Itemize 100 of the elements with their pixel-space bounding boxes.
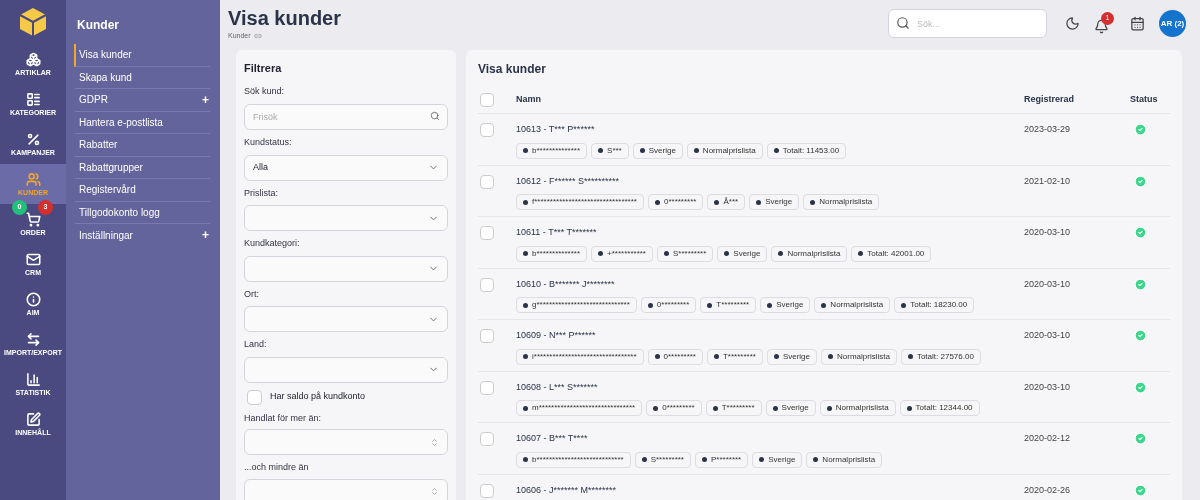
info-tag: Sverige [632, 142, 683, 159]
date-cell-text: 2023-03-29 [1024, 123, 1072, 136]
cart-icon [25, 212, 41, 227]
info-tag: Normalprislista [806, 451, 883, 468]
envelope-icon [25, 252, 41, 267]
customer-name[interactable]: 10607 - B*** T**** [516, 432, 1024, 446]
row-checkbox[interactable] [480, 380, 494, 395]
info-tag: b**************************** [516, 451, 631, 468]
link-icon [253, 32, 262, 41]
bar-chart-icon [25, 372, 41, 387]
calendar-icon[interactable] [1130, 16, 1145, 31]
date-cell-text: 2020-03-10 [1024, 329, 1072, 342]
info-tag: Sverige [717, 245, 768, 262]
field-label: Ort: [244, 287, 260, 301]
info-tag: +*********** [591, 245, 653, 262]
info-tag: Normalprislista [771, 245, 848, 262]
select-field[interactable]: Alla [244, 154, 448, 181]
info-tag: T********* [707, 348, 763, 365]
customer-name[interactable]: 10613 - T*** P****** [516, 123, 1024, 137]
date-cell-text: 2021-02-10 [1024, 174, 1072, 188]
customer-name[interactable]: 10612 - F****** S********** [516, 174, 1024, 188]
select-field[interactable] [244, 356, 448, 383]
expand-mark[interactable]: + [202, 93, 209, 106]
user-avatar[interactable]: AR (2) [1159, 10, 1186, 37]
info-tag: Sverige [765, 400, 816, 416]
customer-name[interactable]: 10609 - N*** P****** [516, 329, 1024, 343]
info-icon [25, 292, 41, 307]
info-tag: Normalprislista [803, 194, 880, 210]
expand-mark[interactable]: + [202, 229, 209, 242]
info-tag: 0********* [647, 194, 704, 210]
submenu-title: Kunder [77, 17, 120, 34]
search-field[interactable]: Frisök [244, 104, 448, 130]
field-label: Kundstatus: [244, 136, 293, 149]
customer-name[interactable]: 10606 - J******* M******** [516, 483, 1024, 497]
date-cell-text: 2020-03-10 [1024, 380, 1072, 394]
card-title: Visa kunder [478, 61, 547, 78]
date-cell-text: 2020-03-10 [1024, 277, 1072, 291]
field-label: ...och mindre än [244, 461, 310, 474]
percent-icon [25, 132, 41, 147]
date-cell-text: 2020-02-26 [1024, 483, 1072, 497]
info-tag: g****************************** [516, 297, 637, 313]
submenu-item[interactable]: GDPR + [74, 89, 210, 112]
row-checkbox[interactable] [480, 329, 494, 343]
spinner-icon [430, 487, 439, 496]
info-tag: S********* [656, 245, 714, 262]
submenu-item[interactable]: Tillgodokonto logg [74, 201, 210, 224]
info-tag: m******************************* [516, 400, 643, 416]
select-field[interactable] [244, 255, 448, 282]
info-tag: Sverige [760, 297, 811, 313]
card-title: Filtrera [244, 61, 283, 76]
info-tag: Å*** [707, 194, 746, 210]
info-tag: Totalt: 27576.00 [900, 348, 981, 365]
info-tag: S********* [634, 451, 691, 468]
row-checkbox[interactable] [480, 483, 494, 498]
date-cell-text: 2020-02-12 [1024, 432, 1072, 445]
select-all-checkbox[interactable] [480, 92, 494, 107]
info-tag: Sverige [766, 348, 817, 365]
column-header: Namn [516, 92, 542, 106]
info-tag: 0********* [647, 348, 703, 365]
customer-name[interactable]: 10611 - T*** T******* [516, 226, 1024, 240]
submenu-item[interactable]: Rabattgrupper [74, 156, 210, 179]
customer-name[interactable]: 10610 - B******* J******** [516, 277, 1024, 291]
page-title: Visa kunder [228, 6, 342, 31]
info-tag: Sverige [749, 194, 800, 210]
submenu-item[interactable]: Skapa kund [74, 66, 210, 89]
submenu-item[interactable]: Rabatter [74, 134, 210, 157]
info-tag: Sverige [752, 451, 803, 468]
info-tag: f********************************* [516, 194, 644, 210]
row-checkbox[interactable] [480, 123, 494, 137]
info-tag: 0********* [646, 400, 702, 416]
row-checkbox[interactable] [480, 277, 494, 292]
submenu-item[interactable]: Inställningar + [74, 224, 210, 247]
people-icon [25, 172, 41, 187]
select-field[interactable] [244, 205, 448, 231]
info-tag: P******** [695, 451, 749, 468]
edit-icon [25, 412, 41, 427]
search-field[interactable]: Sök... [888, 9, 1047, 38]
select-field[interactable] [244, 306, 448, 332]
moon-icon[interactable] [1065, 16, 1080, 31]
customer-name[interactable]: 10608 - L*** S******* [516, 380, 1024, 394]
arrows-icon [25, 332, 41, 347]
submenu-item[interactable]: Visa kunder [74, 44, 210, 67]
spinner-icon [430, 437, 439, 447]
number-field[interactable] [244, 478, 448, 500]
row-checkbox[interactable] [480, 174, 494, 189]
row-checkbox[interactable] [480, 226, 494, 240]
cube-logo-icon [19, 7, 47, 37]
number-field[interactable] [244, 429, 448, 455]
info-tag: S*** [591, 142, 629, 159]
row-checkbox[interactable] [480, 432, 494, 446]
field-label: Land: [244, 338, 268, 351]
field-label: Kundkategori: [244, 237, 301, 250]
submenu-item[interactable]: Hantera e-postlista [74, 111, 210, 134]
boxes-icon [25, 52, 41, 67]
checkbox[interactable] [247, 389, 262, 405]
info-tag: Normalprislista [821, 348, 897, 365]
info-tag: i********************************* [516, 348, 644, 365]
info-tag: T********* [700, 297, 757, 313]
submenu-item[interactable]: Registervård [74, 179, 210, 202]
search-icon [896, 16, 910, 30]
